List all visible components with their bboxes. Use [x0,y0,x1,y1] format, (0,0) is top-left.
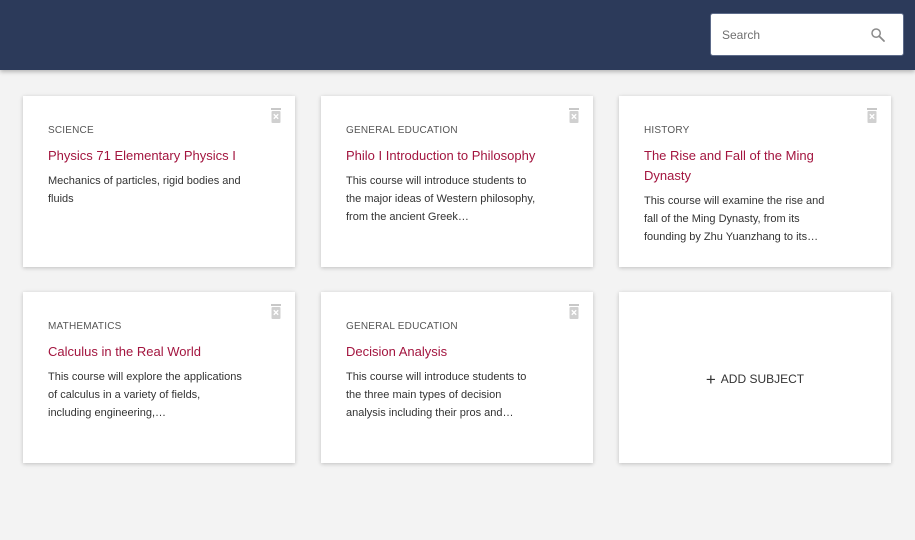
subject-description: This course will examine the rise and fa… [644,195,825,243]
plus-icon: + [705,370,716,389]
top-app-bar [0,0,915,70]
add-subject-button[interactable]: + ADD SUBJECT [619,292,891,463]
subject-category: GENERAL EDUCATION [346,125,458,136]
subject-card[interactable]: GENERAL EDUCATION Philo I Introduction t… [321,96,593,267]
subject-category: GENERAL EDUCATION [346,321,458,332]
add-subject-label: ADD SUBJECT [720,372,805,386]
delete-icon[interactable] [568,108,580,123]
delete-icon[interactable] [568,304,580,319]
subject-title[interactable]: Physics 71 Elementary Physics I [48,146,253,166]
subject-description: This course will introduce students to t… [346,371,527,419]
subject-card[interactable]: GENERAL EDUCATION Decision Analysis This… [321,292,593,463]
subject-description: Mechanics of particles, rigid bodies and… [48,175,241,205]
subject-card[interactable]: MATHEMATICS Calculus in the Real World T… [23,292,295,463]
search-box[interactable] [710,13,904,56]
add-subject-content[interactable]: + ADD SUBJECT [619,370,891,390]
search-input[interactable] [711,14,861,55]
subject-category: MATHEMATICS [48,321,122,332]
subject-category: SCIENCE [48,125,94,136]
search-icon[interactable] [869,26,887,44]
delete-icon[interactable] [866,108,878,123]
subject-description: This course will explore the application… [48,371,242,419]
delete-icon[interactable] [270,304,282,319]
subject-card[interactable]: HISTORY The Rise and Fall of the Ming Dy… [619,96,891,267]
subject-category: HISTORY [644,125,690,136]
subject-title[interactable]: Calculus in the Real World [48,342,253,362]
subject-description: This course will introduce students to t… [346,175,536,223]
subject-title[interactable]: Philo I Introduction to Philosophy [346,146,551,166]
subject-title[interactable]: Decision Analysis [346,342,551,362]
delete-icon[interactable] [270,108,282,123]
subject-title[interactable]: The Rise and Fall of the Ming Dynasty [644,146,824,186]
subject-card[interactable]: SCIENCE Physics 71 Elementary Physics I … [23,96,295,267]
